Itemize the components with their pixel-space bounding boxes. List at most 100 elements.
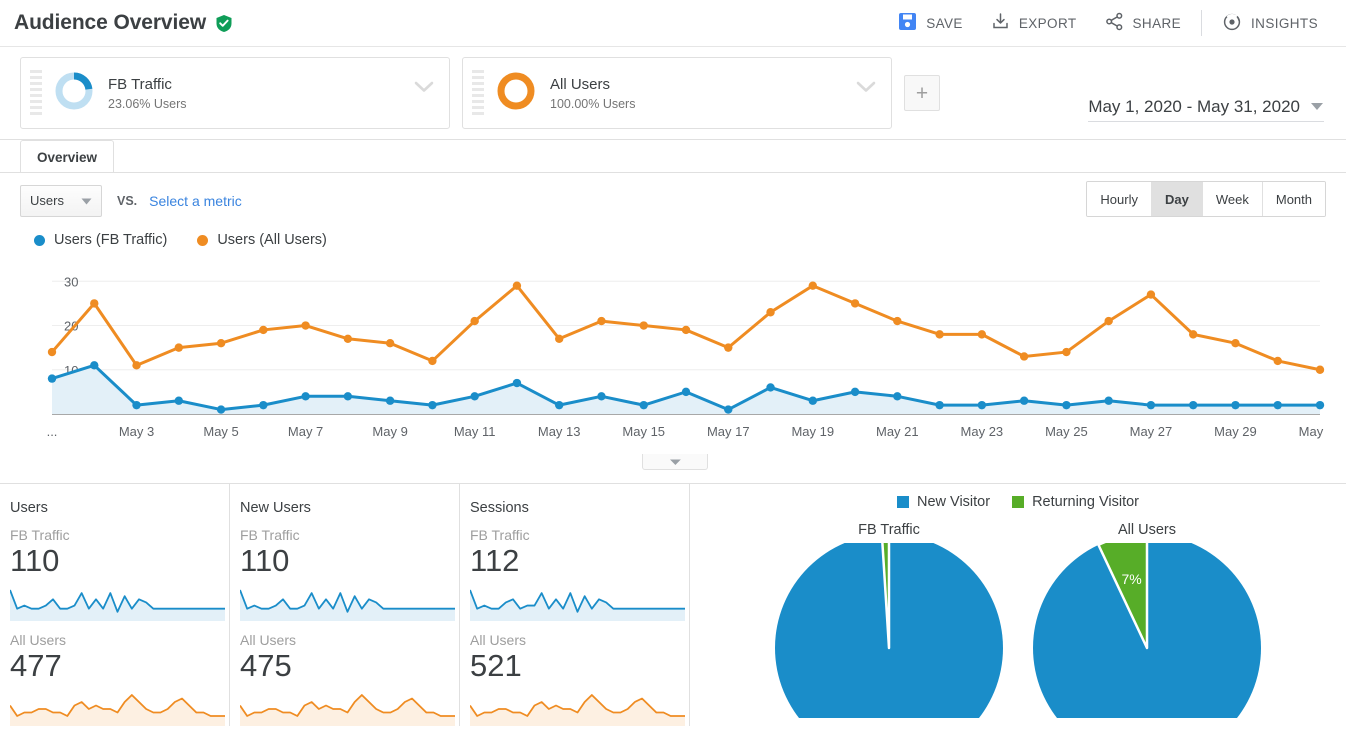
granularity-week[interactable]: Week bbox=[1202, 182, 1263, 216]
card-title: Users bbox=[10, 500, 48, 516]
card-segment-label-all: All Users bbox=[470, 632, 527, 648]
export-download-icon bbox=[991, 12, 1010, 34]
svg-text:May 15: May 15 bbox=[622, 424, 665, 439]
pie-chart-fb-traffic[interactable]: FB Traffic bbox=[775, 522, 1003, 746]
card-title: New Users bbox=[240, 500, 311, 516]
sparkline-all bbox=[240, 694, 455, 726]
card-segment-label-fb: FB Traffic bbox=[10, 527, 70, 543]
page-title: Audience Overview bbox=[14, 11, 207, 34]
share-button[interactable]: SHARE bbox=[1091, 6, 1196, 40]
sparkline-all bbox=[470, 694, 685, 726]
card-segment-label-all: All Users bbox=[240, 632, 297, 648]
svg-text:May 13: May 13 bbox=[538, 424, 581, 439]
segment-donut-chart-fb-traffic bbox=[52, 69, 96, 118]
svg-text:May 9: May 9 bbox=[372, 424, 407, 439]
granularity-hourly[interactable]: Hourly bbox=[1087, 182, 1152, 216]
export-label: EXPORT bbox=[1018, 15, 1077, 31]
pie-legend-new-visitor[interactable]: New Visitor bbox=[897, 494, 990, 510]
svg-text:May 31: May 31 bbox=[1299, 424, 1326, 439]
toolbar-divider bbox=[1201, 10, 1203, 36]
legend-dot-blue bbox=[34, 234, 45, 246]
chevron-down-icon[interactable] bbox=[855, 80, 877, 99]
segment-card-all-users[interactable]: All Users 100.00% Users bbox=[462, 57, 892, 129]
card-value-all: 521 bbox=[470, 648, 522, 683]
granularity-button-group: Hourly Day Week Month bbox=[1086, 181, 1326, 217]
segment-drag-handle[interactable] bbox=[30, 70, 42, 116]
legend-label: Users (All Users) bbox=[217, 232, 327, 248]
save-label: SAVE bbox=[926, 15, 963, 31]
date-range-picker[interactable]: May 1, 2020 - May 31, 2020 bbox=[1088, 97, 1324, 122]
legend-label: New Visitor bbox=[917, 494, 991, 510]
svg-text:...: ... bbox=[47, 424, 58, 439]
insights-button[interactable]: INSIGHTS bbox=[1208, 6, 1332, 41]
svg-text:May 11: May 11 bbox=[454, 424, 496, 439]
legend-square-blue bbox=[897, 496, 909, 508]
card-value-fb: 112 bbox=[470, 543, 520, 578]
segment-percent: 100.00% Users bbox=[550, 97, 636, 111]
tab-bar: Overview bbox=[0, 140, 1346, 173]
main-panel: Users VS. Select a metric Hourly Day Wee… bbox=[0, 173, 1346, 470]
granularity-day[interactable]: Day bbox=[1152, 182, 1203, 216]
save-button[interactable]: SAVE bbox=[884, 6, 977, 40]
svg-text:May 23: May 23 bbox=[961, 424, 1004, 439]
segment-donut-chart-all-users bbox=[494, 69, 538, 118]
segment-bar: FB Traffic 23.06% Users All Users 100.00… bbox=[0, 46, 1346, 140]
add-segment-button[interactable]: + bbox=[904, 75, 940, 111]
visitor-type-pies: New Visitor Returning Visitor FB Traffic… bbox=[690, 484, 1346, 746]
card-value-all: 475 bbox=[240, 648, 292, 683]
export-button[interactable]: EXPORT bbox=[977, 6, 1091, 40]
segment-name: FB Traffic bbox=[108, 76, 172, 93]
svg-text:May 7: May 7 bbox=[288, 424, 323, 439]
segment-name: All Users bbox=[550, 76, 611, 93]
summary-card-sessions: Sessions FB Traffic 112 All Users 521 bbox=[460, 484, 690, 726]
save-floppy-icon bbox=[898, 12, 917, 34]
pie-title: All Users bbox=[1117, 522, 1176, 538]
svg-text:May 27: May 27 bbox=[1130, 424, 1173, 439]
svg-text:May 29: May 29 bbox=[1214, 424, 1257, 439]
metric-select-value: Users bbox=[30, 193, 64, 208]
main-chart-svg: 102030... May 3 May 5 May 7 May 9 May 11 May 1… bbox=[47, 274, 1342, 439]
share-nodes-icon bbox=[1105, 12, 1124, 34]
segment-card-fb-traffic[interactable]: FB Traffic 23.06% Users bbox=[20, 57, 450, 129]
pie-svg-fb-traffic bbox=[775, 532, 1003, 746]
sparkline-all bbox=[10, 694, 225, 726]
pie-chart-all-users[interactable]: All Users 7% bbox=[1033, 522, 1261, 746]
metric-select-users[interactable]: Users bbox=[20, 184, 102, 217]
pie-svg-all-users: 7% bbox=[1033, 532, 1261, 746]
card-segment-label-all: All Users bbox=[10, 632, 67, 648]
svg-text:May 3: May 3 bbox=[119, 424, 154, 439]
legend-label: Users (FB Traffic) bbox=[54, 232, 168, 248]
main-time-series-chart[interactable]: 10 20 30... May 3 May 5 May 7 May 9 May 11 May 1… bbox=[20, 254, 1342, 470]
svg-text:May 5: May 5 bbox=[203, 424, 238, 439]
tab-overview[interactable]: Overview bbox=[20, 140, 115, 173]
sparkline-fb bbox=[470, 589, 685, 621]
legend-item-all-users[interactable]: Users (All Users) bbox=[197, 232, 327, 248]
header-toolbar: SAVE EXPORT SHARE INSIGHTS bbox=[884, 6, 1332, 41]
segment-percent: 23.06% Users bbox=[108, 97, 187, 111]
metric-control-row: Users VS. Select a metric Hourly Day Wee… bbox=[20, 173, 1326, 228]
summary-card-new-users: New Users FB Traffic 110 All Users 475 bbox=[230, 484, 460, 726]
pie-title: FB Traffic bbox=[858, 522, 920, 538]
segment-drag-handle[interactable] bbox=[472, 70, 484, 116]
legend-item-fb-traffic[interactable]: Users (FB Traffic) bbox=[34, 232, 167, 248]
sparkline-fb bbox=[240, 589, 455, 621]
granularity-month[interactable]: Month bbox=[1262, 182, 1325, 216]
pie-legend: New Visitor Returning Visitor bbox=[690, 494, 1346, 510]
pie-legend-returning-visitor[interactable]: Returning Visitor bbox=[1012, 494, 1139, 510]
bottom-section: Users FB Traffic 110 All Users 477 New U… bbox=[0, 483, 1346, 746]
legend-dot-orange bbox=[197, 234, 209, 246]
svg-text:7%: 7% bbox=[1121, 571, 1141, 587]
svg-text:May 25: May 25 bbox=[1045, 424, 1088, 439]
chart-collapse-handle[interactable] bbox=[642, 454, 708, 470]
legend-square-green bbox=[1012, 496, 1025, 508]
triangle-down-icon bbox=[81, 193, 92, 208]
select-a-metric-link[interactable]: Select a metric bbox=[149, 193, 242, 209]
insights-label: INSIGHTS bbox=[1251, 15, 1318, 31]
share-label: SHARE bbox=[1132, 15, 1182, 31]
top-header-bar: Audience Overview SAVE EXPORT SHARE INSI… bbox=[0, 0, 1346, 46]
card-title: Sessions bbox=[470, 500, 529, 516]
svg-text:May 21: May 21 bbox=[876, 424, 919, 439]
legend-label: Returning Visitor bbox=[1032, 494, 1139, 510]
card-value-fb: 110 bbox=[240, 543, 290, 578]
chevron-down-icon[interactable] bbox=[413, 80, 435, 99]
